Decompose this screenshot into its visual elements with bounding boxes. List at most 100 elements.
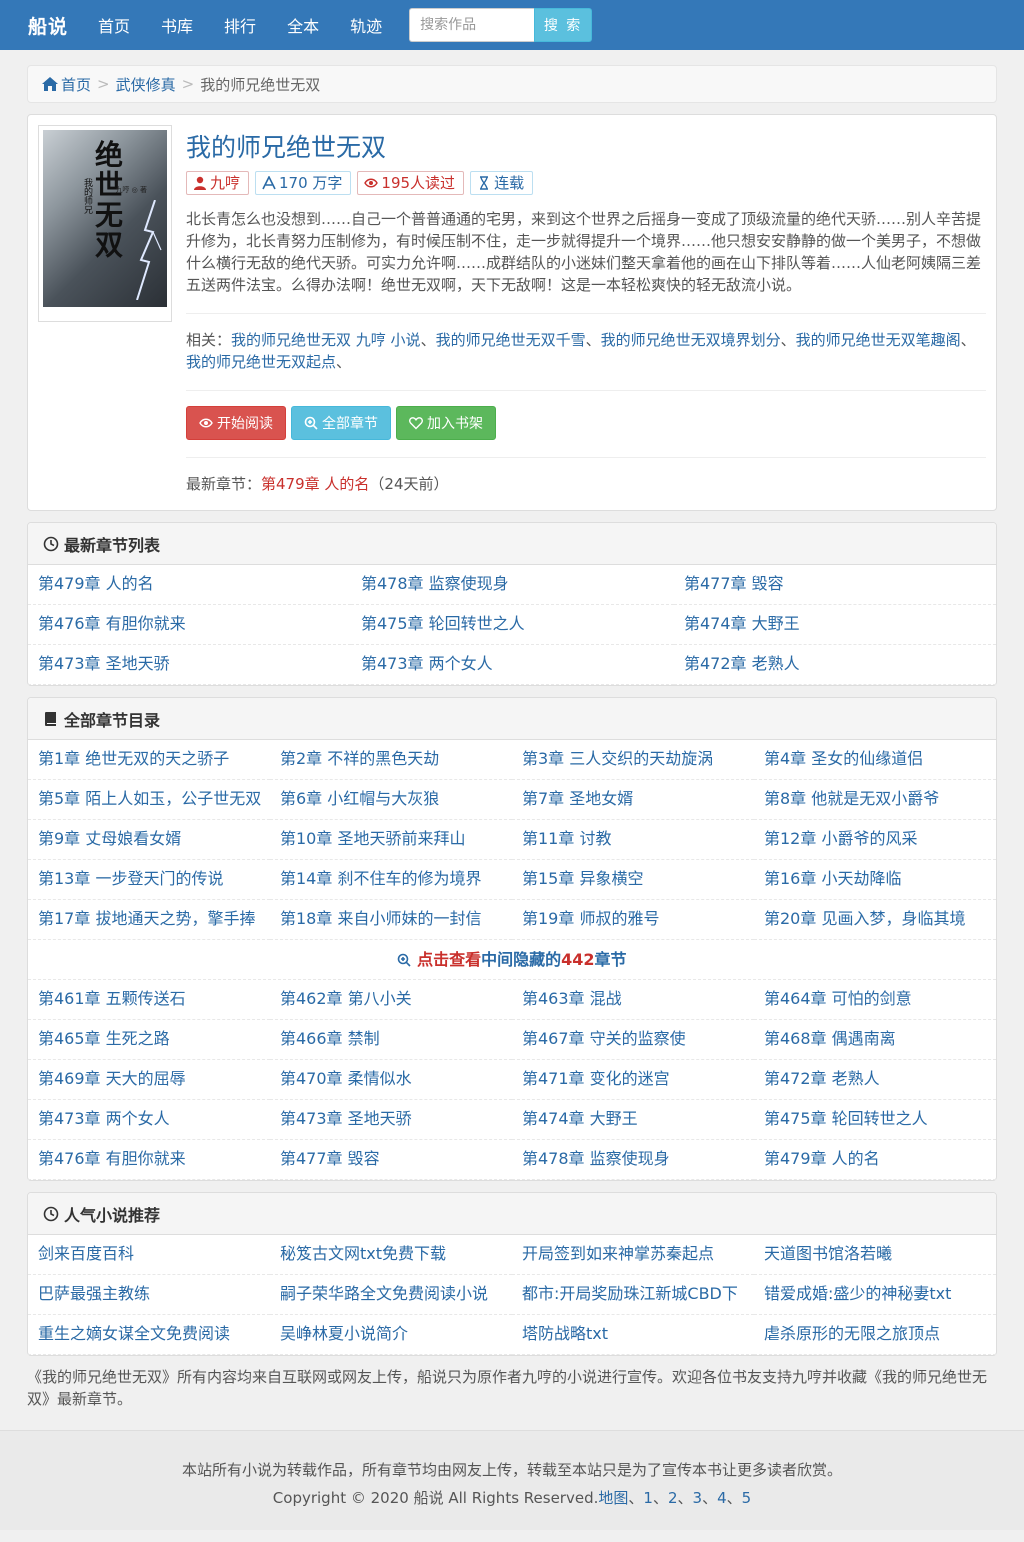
- chapter-link[interactable]: 第2章 不祥的黑色天劫: [270, 740, 512, 780]
- all-chapters-button[interactable]: 全部章节: [291, 406, 391, 440]
- chapter-link[interactable]: 第20章 见画入梦，身临其境: [754, 900, 996, 940]
- footer-link[interactable]: 5: [742, 1489, 752, 1507]
- site-logo[interactable]: 船说: [28, 12, 68, 39]
- nav-item-ranking[interactable]: 排行: [224, 13, 256, 37]
- chapter-link[interactable]: 第472章 老熟人: [754, 1060, 996, 1100]
- breadcrumb-category[interactable]: 武侠修真: [116, 74, 176, 95]
- nav-item-library[interactable]: 书库: [161, 13, 193, 37]
- latest-chapter-link[interactable]: 第479章 人的名: [261, 475, 369, 493]
- chapter-link[interactable]: 第17章 拔地通天之势，擎手捧: [28, 900, 270, 940]
- nav-item-home[interactable]: 首页: [98, 13, 130, 37]
- chapter-link[interactable]: 第5章 陌上人如玉，公子世无双: [28, 780, 270, 820]
- footer-link[interactable]: 2: [668, 1489, 678, 1507]
- chapter-link[interactable]: 第474章 大野王: [674, 605, 996, 645]
- novel-link[interactable]: 虐杀原形的无限之旅顶点: [754, 1315, 996, 1355]
- novel-link[interactable]: 开局签到如来神掌苏秦起点: [512, 1235, 754, 1275]
- readers-count: 195人读过: [381, 174, 456, 192]
- chapter-link[interactable]: 第8章 他就是无双小爵爷: [754, 780, 996, 820]
- footer-link[interactable]: 3: [693, 1489, 703, 1507]
- novel-link[interactable]: 嗣子荣华路全文免费阅读小说: [270, 1275, 512, 1315]
- related-link[interactable]: 我的师兄绝世无双境界划分: [601, 331, 781, 349]
- chapter-link[interactable]: 第470章 柔情似水: [270, 1060, 512, 1100]
- chapter-link[interactable]: 第474章 大野王: [512, 1100, 754, 1140]
- chapter-link[interactable]: 第12章 小爵爷的风采: [754, 820, 996, 860]
- novel-link[interactable]: 重生之嫡女谋全文免费阅读: [28, 1315, 270, 1355]
- chapter-link[interactable]: 第477章 毁容: [674, 565, 996, 605]
- chapter-link[interactable]: 第11章 讨教: [512, 820, 754, 860]
- chapter-link[interactable]: 第13章 一步登天门的传说: [28, 860, 270, 900]
- search-input[interactable]: [409, 8, 535, 42]
- novel-link[interactable]: 巴萨最强主教练: [28, 1275, 270, 1315]
- chapter-link[interactable]: 第4章 圣女的仙缘道侣: [754, 740, 996, 780]
- chapter-link[interactable]: 第476章 有胆你就来: [28, 605, 351, 645]
- related-link[interactable]: 我的师兄绝世无双 九哼 小说: [231, 331, 421, 349]
- breadcrumb-home[interactable]: 首页: [42, 74, 91, 95]
- chapter-link[interactable]: 第15章 异象横空: [512, 860, 754, 900]
- chapter-link[interactable]: 第466章 禁制: [270, 1020, 512, 1060]
- chapter-link[interactable]: 第463章 混战: [512, 980, 754, 1020]
- chapter-link[interactable]: 第477章 毁容: [270, 1140, 512, 1180]
- novel-link[interactable]: 秘笈古文网txt免费下载: [270, 1235, 512, 1275]
- related-link[interactable]: 我的师兄绝世无双起点: [186, 353, 336, 371]
- chapter-link[interactable]: 第475章 轮回转世之人: [754, 1100, 996, 1140]
- start-reading-label: 开始阅读: [217, 416, 273, 432]
- chapter-link[interactable]: 第19章 师叔的雅号: [512, 900, 754, 940]
- chapter-link[interactable]: 第465章 生死之路: [28, 1020, 270, 1060]
- related-link[interactable]: 我的师兄绝世无双笔趣阁: [796, 331, 961, 349]
- nav-item-history[interactable]: 轨迹: [350, 13, 382, 37]
- chapter-link[interactable]: 第473章 圣地天骄: [28, 645, 351, 685]
- chapter-link[interactable]: 第9章 丈母娘看女婿: [28, 820, 270, 860]
- chapter-link[interactable]: 第473章 两个女人: [351, 645, 674, 685]
- chapter-link[interactable]: 第467章 守关的监察使: [512, 1020, 754, 1060]
- chapter-link[interactable]: 第10章 圣地天骄前来拜山: [270, 820, 512, 860]
- footer-link[interactable]: 1: [643, 1489, 653, 1507]
- chapter-link[interactable]: 第478章 监察使现身: [512, 1140, 754, 1180]
- add-bookshelf-button[interactable]: 加入书架: [396, 406, 496, 440]
- eye-icon: [199, 418, 213, 428]
- chapter-link[interactable]: 第16章 小天劫降临: [754, 860, 996, 900]
- hidden-text-a: 点击查看: [417, 950, 482, 969]
- novel-link[interactable]: 剑来百度百科: [28, 1235, 270, 1275]
- chapter-link[interactable]: 第471章 变化的迷宫: [512, 1060, 754, 1100]
- chapter-link[interactable]: 第14章 刹不住车的修为境界: [270, 860, 512, 900]
- footer-link[interactable]: 4: [717, 1489, 727, 1507]
- book-info-panel: 绝世无双 我的师兄 九哼 ◎ 著 我的师兄绝世无双 九哼 170 万字 195人…: [27, 114, 997, 511]
- chapter-link[interactable]: 第7章 圣地女婿: [512, 780, 754, 820]
- chapter-link[interactable]: 第462章 第八小关: [270, 980, 512, 1020]
- nav-item-complete[interactable]: 全本: [287, 13, 319, 37]
- chapter-link[interactable]: 第478章 监察使现身: [351, 565, 674, 605]
- chapter-link[interactable]: 第468章 偶遇南离: [754, 1020, 996, 1060]
- book-cover[interactable]: 绝世无双 我的师兄 九哼 ◎ 著: [38, 125, 172, 322]
- chapter-link[interactable]: 第475章 轮回转世之人: [351, 605, 674, 645]
- chapter-link[interactable]: 第1章 绝世无双的天之骄子: [28, 740, 270, 780]
- novel-link[interactable]: 错爱成婚:盛少的神秘妻txt: [754, 1275, 996, 1315]
- chapter-link[interactable]: 第469章 天大的屈辱: [28, 1060, 270, 1100]
- chapter-link[interactable]: 第476章 有胆你就来: [28, 1140, 270, 1180]
- chapter-link[interactable]: 第479章 人的名: [754, 1140, 996, 1180]
- chapter-link[interactable]: 第473章 圣地天骄: [270, 1100, 512, 1140]
- chapter-link[interactable]: 第473章 两个女人: [28, 1100, 270, 1140]
- chapter-link[interactable]: 第479章 人的名: [28, 565, 351, 605]
- chapter-link[interactable]: 第464章 可怕的剑意: [754, 980, 996, 1020]
- chapter-link[interactable]: 第6章 小红帽与大灰狼: [270, 780, 512, 820]
- show-hidden-chapters[interactable]: 点击查看中间隐藏的442章节: [28, 940, 996, 980]
- divider: [186, 390, 986, 391]
- chapter-link[interactable]: 第18章 来自小师妹的一封信: [270, 900, 512, 940]
- novel-link[interactable]: 塔防战略txt: [512, 1315, 754, 1355]
- chapter-link[interactable]: 第3章 三人交织的天劫旋涡: [512, 740, 754, 780]
- author-tag[interactable]: 九哼: [186, 171, 250, 195]
- word-count-tag: 170 万字: [255, 171, 352, 195]
- search-button[interactable]: 搜 索: [534, 8, 593, 42]
- novel-link[interactable]: 吴峥林夏小说简介: [270, 1315, 512, 1355]
- chapter-link[interactable]: 第472章 老熟人: [674, 645, 996, 685]
- related-link[interactable]: 我的师兄绝世无双千雪: [436, 331, 586, 349]
- breadcrumb: 首页 > 武侠修真 > 我的师兄绝世无双: [27, 65, 997, 103]
- site-description: 《我的师兄绝世无双》所有内容均来自互联网或网友上传，船说只为原作者九哼的小说进行…: [27, 1368, 988, 1408]
- cover-image: 绝世无双 我的师兄 九哼 ◎ 著: [43, 130, 167, 307]
- novel-link[interactable]: 天道图书馆洛若曦: [754, 1235, 996, 1275]
- footer-link-map[interactable]: 地图: [598, 1489, 628, 1507]
- add-bookshelf-label: 加入书架: [427, 416, 483, 432]
- chapter-link[interactable]: 第461章 五颗传送石: [28, 980, 270, 1020]
- start-reading-button[interactable]: 开始阅读: [186, 406, 286, 440]
- novel-link[interactable]: 都市:开局奖励珠江新城CBD下: [512, 1275, 754, 1315]
